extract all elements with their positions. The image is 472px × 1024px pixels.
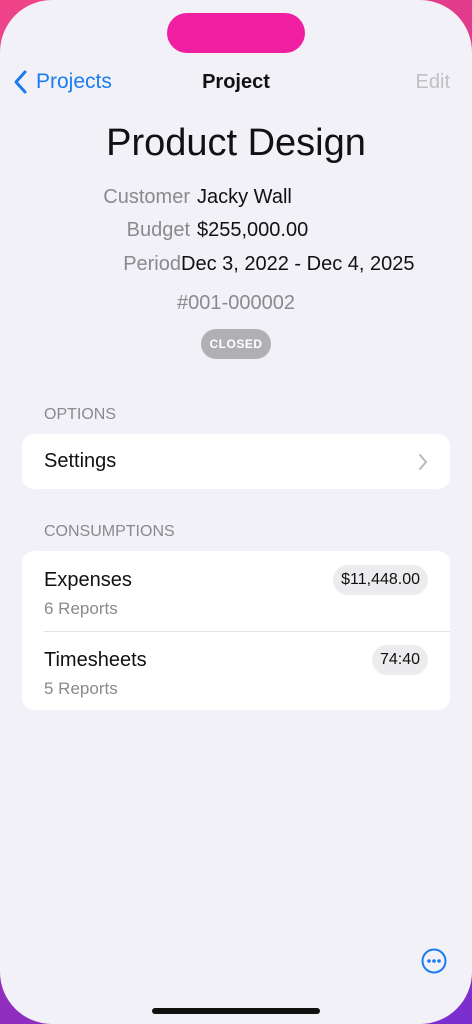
customer-value: Jacky Wall [197, 186, 292, 208]
customer-row: Customer Jacky Wall [0, 186, 472, 216]
expenses-amount-badge: $11,448.00 [333, 565, 428, 595]
expenses-title: Expenses [44, 569, 132, 591]
consumptions-header: CONSUMPTIONS [44, 523, 175, 540]
timesheets-hours-badge: 74:40 [371, 645, 428, 675]
expenses-subtitle: 6 Reports [44, 599, 118, 618]
ellipsis-circle-icon[interactable] [421, 948, 447, 974]
edit-button[interactable]: Edit [416, 71, 450, 94]
period-label: Period [123, 253, 181, 275]
timesheets-row[interactable]: Timesheets 5 Reports 74:40 [22, 631, 450, 711]
project-title: Product Design [106, 122, 366, 164]
consumptions-card: Expenses 6 Reports $11,448.00 Timesheets… [22, 551, 450, 710]
dynamic-island [167, 13, 305, 53]
expenses-row[interactable]: Expenses 6 Reports $11,448.00 [22, 551, 450, 631]
settings-row[interactable]: Settings [22, 434, 450, 489]
project-code: #001-000002 [177, 292, 295, 314]
timesheets-subtitle: 5 Reports [44, 679, 118, 698]
period-value: Dec 3, 2022 - Dec 4, 2025 [181, 253, 415, 275]
options-card: Settings [22, 434, 450, 489]
budget-label: Budget [126, 219, 190, 241]
timesheets-title: Timesheets [44, 649, 147, 671]
settings-label: Settings [44, 450, 117, 472]
budget-row: Budget $255,000.00 [0, 219, 472, 249]
app-screen: Projects Project Edit Product Design Cus… [0, 0, 472, 1024]
budget-value: $255,000.00 [197, 219, 309, 241]
navigation-bar: Projects Project Edit [0, 60, 472, 104]
nav-title: Project [202, 71, 270, 93]
options-header: OPTIONS [44, 406, 117, 423]
chevron-right-icon [419, 454, 427, 470]
period-row: Period Dec 3, 2022 - Dec 4, 2025 [0, 253, 472, 283]
customer-label: Customer [103, 186, 190, 208]
home-indicator [152, 1008, 320, 1014]
status-badge: CLOSED [201, 329, 271, 359]
